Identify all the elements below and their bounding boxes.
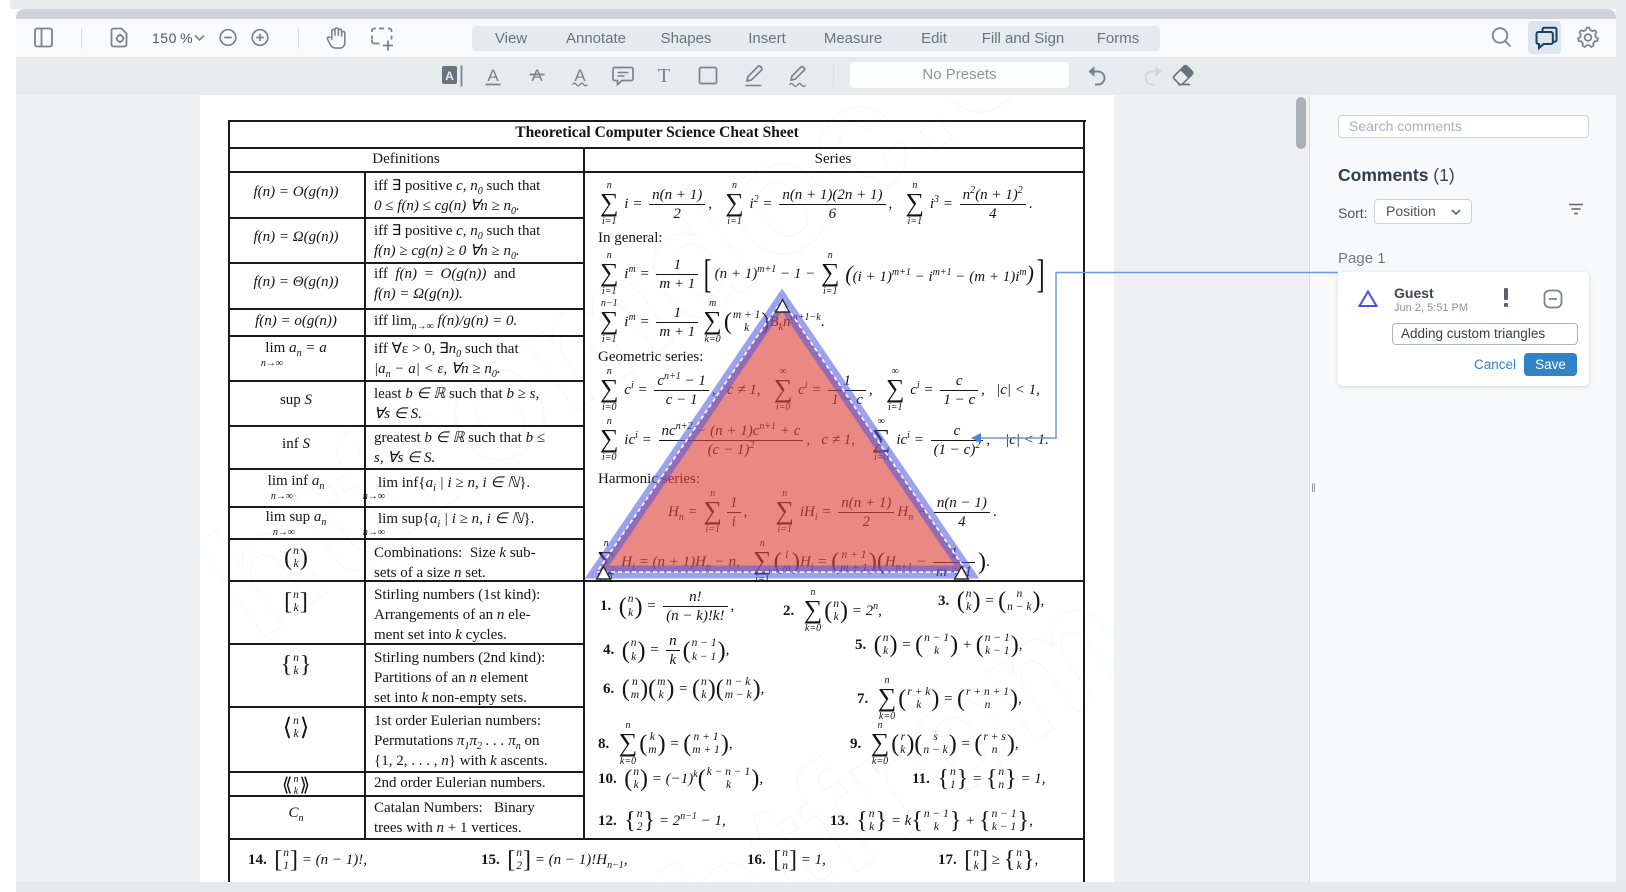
svg-text:A: A [574,66,586,85]
svg-text:T: T [658,65,670,87]
svg-text:A: A [445,69,454,83]
svg-text:A: A [531,66,543,85]
svg-text:A: A [487,66,499,85]
